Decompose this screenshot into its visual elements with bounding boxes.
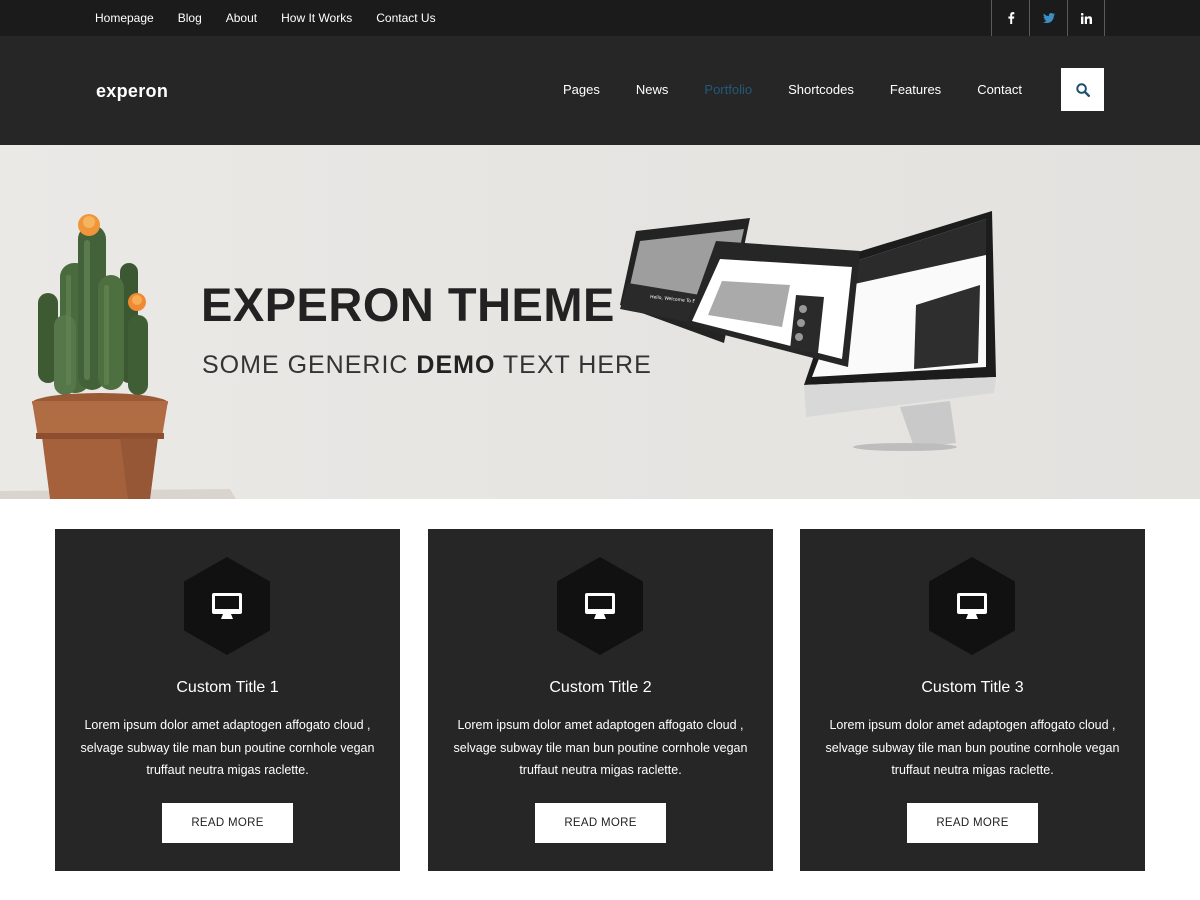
hexagon-badge <box>184 557 270 655</box>
nav-pages[interactable]: Pages <box>563 82 600 97</box>
hexagon-badge <box>557 557 643 655</box>
top-link-homepage[interactable]: Homepage <box>95 11 154 25</box>
search-button[interactable] <box>1061 68 1104 111</box>
feature-card-2: Custom Title 2 Lorem ipsum dolor amet ad… <box>428 529 773 871</box>
social-links <box>991 0 1105 36</box>
twitter-icon <box>1042 13 1055 23</box>
nav-features[interactable]: Features <box>890 82 941 97</box>
feature-card-3: Custom Title 3 Lorem ipsum dolor amet ad… <box>800 529 1145 871</box>
hero-subtitle-end: TEXT HERE <box>495 351 652 379</box>
hero-title: EXPERON THEME <box>201 278 615 331</box>
nav-portfolio[interactable]: Portfolio <box>704 82 752 97</box>
card-title: Custom Title 2 <box>549 679 652 696</box>
site-header: experon Pages News Portfolio Shortcodes … <box>0 36 1200 145</box>
main-nav: Pages News Portfolio Shortcodes Features… <box>527 36 1022 143</box>
nav-contact[interactable]: Contact <box>977 82 1022 97</box>
hero-subtitle-start: SOME GENERIC <box>202 351 417 379</box>
read-more-button[interactable]: READ MORE <box>535 803 666 843</box>
nav-shortcodes[interactable]: Shortcodes <box>788 82 854 97</box>
hero-subtitle-bold: DEMO <box>416 351 496 379</box>
top-link-blog[interactable]: Blog <box>178 11 202 25</box>
card-title: Custom Title 3 <box>921 679 1024 696</box>
device-mockups-image: Hello, Welcome To Experon <box>620 211 996 451</box>
top-link-contact-us[interactable]: Contact Us <box>376 11 435 25</box>
top-link-about[interactable]: About <box>226 11 257 25</box>
linkedin-button[interactable] <box>1067 0 1105 36</box>
card-text: Lorem ipsum dolor amet adaptogen affogat… <box>453 718 748 777</box>
top-link-how-it-works[interactable]: How It Works <box>281 11 352 25</box>
hero-banner: Hello, Welcome To Experon EXPERON THEME … <box>0 145 1200 499</box>
twitter-button[interactable] <box>1029 0 1067 36</box>
search-icon <box>1075 82 1090 97</box>
facebook-button[interactable] <box>991 0 1029 36</box>
hero-subtitle: SOME GENERIC DEMO TEXT HERE <box>202 351 652 380</box>
card-title: Custom Title 1 <box>176 679 279 696</box>
card-text: Lorem ipsum dolor amet adaptogen affogat… <box>80 718 375 777</box>
cactus-plant-icon <box>32 214 168 499</box>
feature-card-1: Custom Title 1 Lorem ipsum dolor amet ad… <box>55 529 400 871</box>
facebook-icon <box>1007 12 1014 24</box>
card-text: Lorem ipsum dolor amet adaptogen affogat… <box>825 718 1120 777</box>
top-bar: Homepage Blog About How It Works Contact… <box>0 0 1200 36</box>
top-links: Homepage Blog About How It Works Contact… <box>95 0 460 36</box>
read-more-button[interactable]: READ MORE <box>907 803 1038 843</box>
linkedin-icon <box>1080 12 1092 24</box>
site-logo[interactable]: experon <box>96 81 168 102</box>
hexagon-badge <box>929 557 1015 655</box>
nav-news[interactable]: News <box>636 82 669 97</box>
read-more-button[interactable]: READ MORE <box>162 803 293 843</box>
